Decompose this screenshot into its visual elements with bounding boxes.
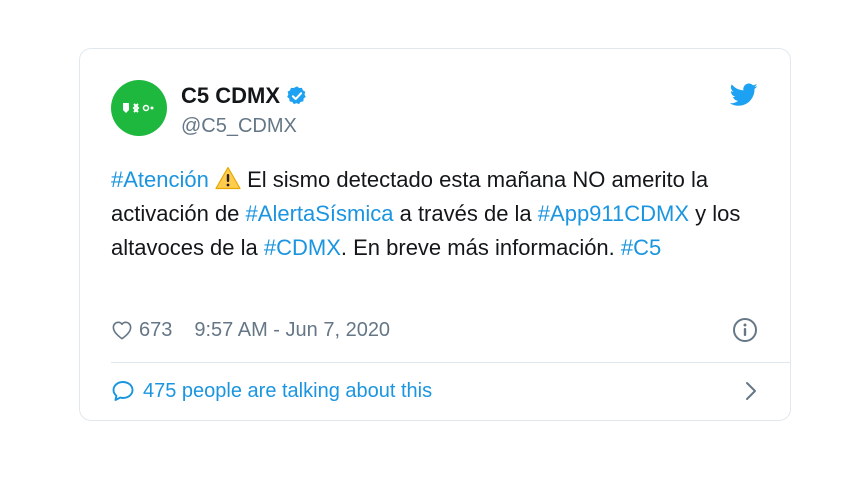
hashtag-c5[interactable]: #C5 xyxy=(621,235,661,260)
verified-badge-icon xyxy=(287,86,306,105)
avatar[interactable] xyxy=(111,80,167,136)
tweet-meta: 673 9:57 AM - Jun 7, 2020 xyxy=(111,316,390,344)
hashtag-cdmx[interactable]: #CDMX xyxy=(264,235,341,260)
hashtag-atencion[interactable]: #Atención xyxy=(111,167,209,192)
twitter-bird-icon[interactable] xyxy=(730,83,758,107)
author-handle[interactable]: @C5_CDMX xyxy=(181,115,297,138)
warning-emoji-icon xyxy=(215,166,241,190)
display-name[interactable]: C5 CDMX xyxy=(181,83,280,109)
talking-about-link[interactable]: 475 people are talking about this xyxy=(111,376,758,406)
like-count[interactable]: 673 xyxy=(139,319,172,342)
tweet-text-part-4: . En breve más información. xyxy=(340,235,621,260)
author-name-row[interactable]: C5 CDMX xyxy=(181,82,308,110)
hashtag-app911cdmx[interactable]: #App911CDMX xyxy=(538,201,689,226)
tweet-text-part-2: a través de la xyxy=(393,201,538,226)
c5-logo-icon xyxy=(123,103,154,113)
tweet-text: #Atención El sismo detectado esta mañana… xyxy=(111,163,751,265)
heart-icon[interactable] xyxy=(111,320,133,340)
divider xyxy=(111,362,790,363)
chevron-right-icon[interactable] xyxy=(744,380,758,402)
tweet-timestamp[interactable]: 9:57 AM - Jun 7, 2020 xyxy=(194,319,390,342)
speech-bubble-icon xyxy=(112,381,134,401)
info-icon[interactable] xyxy=(732,317,758,343)
tweet-card: C5 CDMX @C5_CDMX #Atención El sismo dete… xyxy=(79,48,791,421)
hashtag-alertasismica[interactable]: #AlertaSísmica xyxy=(246,201,394,226)
talking-about-label[interactable]: 475 people are talking about this xyxy=(143,380,432,403)
